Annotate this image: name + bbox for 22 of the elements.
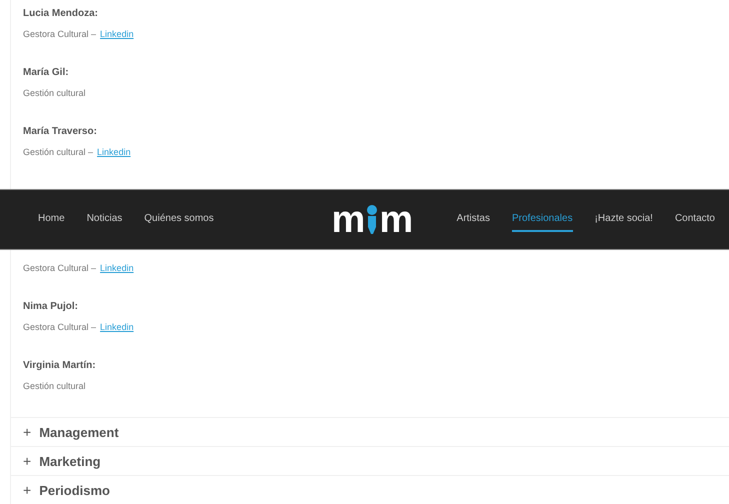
person-name: María Traverso: [23,125,98,138]
person-role: Gestora Cultural – [23,29,96,39]
accordion-header[interactable]: + Management [11,417,729,446]
person-role: Gestora Cultural – [23,263,96,273]
nav-link[interactable]: Noticias [86,207,122,232]
nav-link[interactable]: Profesionales [512,207,573,232]
accordion-header[interactable]: + Periodismo [11,475,729,504]
person-role: Gestión cultural [23,88,86,98]
nav-link[interactable]: Quiénes somos [144,207,214,232]
person-role: Gestora Cultural – [23,322,96,332]
person-name: Virginia Martín: [23,359,97,372]
site-logo[interactable]: m m [332,204,414,234]
nav-link[interactable]: Artistas [456,207,490,232]
person-role: Gestión cultural – [23,147,94,157]
person-name: Nima Pujol: [23,300,80,313]
nav-link[interactable]: Home [38,207,65,232]
person-role: Gestión cultural [23,381,86,391]
person-name: María Gil: [23,66,70,79]
person-name: Lucia Mendoza: [23,7,100,20]
accordion-header[interactable]: + Marketing [11,446,729,475]
nav-link[interactable]: ¡Hazte socia! [594,207,653,232]
nav-link[interactable]: Contacto [674,207,715,232]
